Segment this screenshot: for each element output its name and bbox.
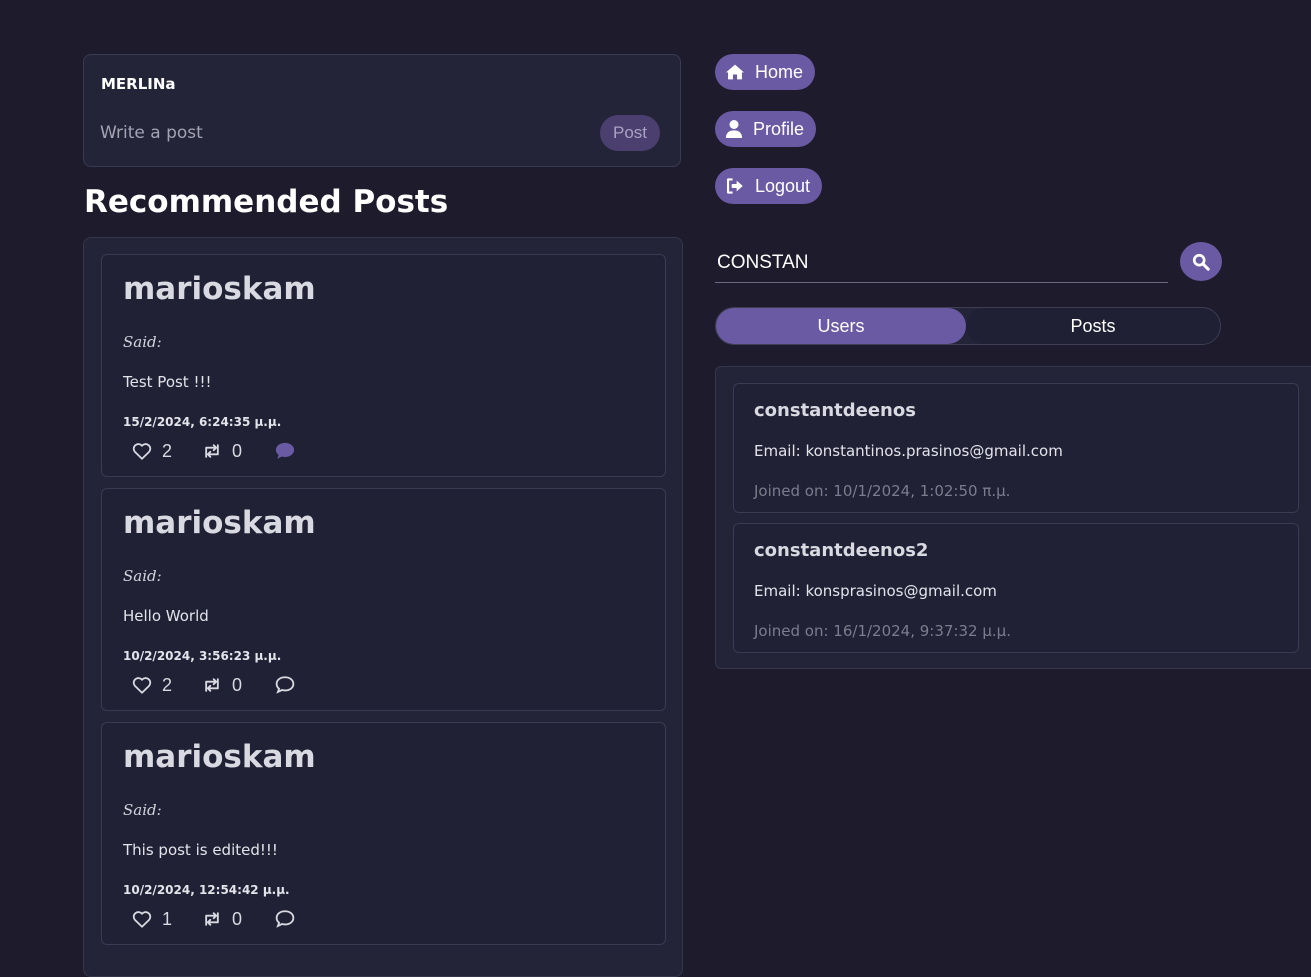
search-input[interactable] xyxy=(715,243,1168,283)
comment-filled-icon xyxy=(275,442,295,459)
logout-icon xyxy=(726,178,743,194)
post-content: Hello World xyxy=(123,607,209,625)
comment-outline-icon xyxy=(275,676,295,694)
post-actions: 2 0 xyxy=(132,672,296,698)
post-content: This post is edited!!! xyxy=(123,841,278,859)
like-count: 2 xyxy=(162,674,173,695)
search-button[interactable] xyxy=(1180,242,1222,281)
post-author[interactable]: marioskam xyxy=(123,271,316,307)
search-tabs: Users Posts xyxy=(715,307,1221,345)
post-button[interactable]: Post xyxy=(600,115,660,151)
user-icon xyxy=(725,120,743,138)
post-card: marioskam Said: Hello World 10/2/2024, 3… xyxy=(101,488,666,711)
comment-outline-icon xyxy=(275,910,295,928)
recommended-posts-feed: marioskam Said: Test Post !!! 15/2/2024,… xyxy=(83,237,683,977)
comment-button[interactable] xyxy=(274,675,296,695)
repost-button[interactable]: 0 xyxy=(202,909,274,930)
repost-icon xyxy=(205,444,219,458)
post-author[interactable]: marioskam xyxy=(123,739,316,775)
repost-count: 0 xyxy=(232,674,243,695)
heart-icon xyxy=(132,677,152,694)
result-email: Email: konstantinos.prasinos@gmail.com xyxy=(754,442,1063,460)
search-results: constantdeenos Email: konstantinos.prasi… xyxy=(715,366,1311,669)
profile-button[interactable]: Profile xyxy=(715,111,817,147)
tab-users[interactable]: Users xyxy=(716,308,966,344)
profile-label: Profile xyxy=(753,118,805,139)
post-date: 10/2/2024, 3:56:23 μ.μ. xyxy=(123,649,282,663)
repost-icon xyxy=(205,678,219,692)
repost-icon xyxy=(205,912,219,926)
like-count: 2 xyxy=(162,440,173,461)
post-card: marioskam Said: This post is edited!!! 1… xyxy=(101,722,666,945)
post-said-label: Said: xyxy=(123,801,162,819)
like-button[interactable]: 2 xyxy=(132,675,202,696)
write-post-input[interactable] xyxy=(100,123,580,143)
result-joined-date: Joined on: 10/1/2024, 1:02:50 π.μ. xyxy=(754,482,1011,500)
repost-count: 0 xyxy=(232,908,243,929)
post-date: 15/2/2024, 6:24:35 μ.μ. xyxy=(123,415,282,429)
like-count: 1 xyxy=(162,908,173,929)
result-username[interactable]: constantdeenos xyxy=(754,400,916,421)
home-icon xyxy=(726,64,744,80)
post-composer: MERLINa Post xyxy=(83,54,681,167)
home-label: Home xyxy=(755,61,804,82)
comment-button[interactable] xyxy=(274,441,296,461)
result-joined-date: Joined on: 16/1/2024, 9:37:32 μ.μ. xyxy=(754,622,1011,640)
post-actions: 2 0 xyxy=(132,438,296,464)
post-said-label: Said: xyxy=(123,567,162,585)
section-title: Recommended Posts xyxy=(84,184,449,220)
post-content: Test Post !!! xyxy=(123,373,212,391)
user-result-card[interactable]: constantdeenos2 Email: konsprasinos@gmai… xyxy=(733,523,1299,653)
like-button[interactable]: 2 xyxy=(132,441,202,462)
logout-label: Logout xyxy=(755,175,811,196)
repost-count: 0 xyxy=(232,440,243,461)
result-email: Email: konsprasinos@gmail.com xyxy=(754,582,997,600)
post-date: 10/2/2024, 12:54:42 μ.μ. xyxy=(123,883,290,897)
post-author[interactable]: marioskam xyxy=(123,505,316,541)
repost-button[interactable]: 0 xyxy=(202,441,274,462)
post-said-label: Said: xyxy=(123,333,162,351)
logout-button[interactable]: Logout xyxy=(715,168,823,204)
tab-posts[interactable]: Posts xyxy=(966,308,1220,344)
heart-icon xyxy=(132,911,152,928)
post-card: marioskam Said: Test Post !!! 15/2/2024,… xyxy=(101,254,666,477)
comment-button[interactable] xyxy=(274,909,296,929)
result-username[interactable]: constantdeenos2 xyxy=(754,540,928,561)
composer-username: MERLINa xyxy=(101,75,176,93)
search-icon xyxy=(1192,253,1210,271)
like-button[interactable]: 1 xyxy=(132,909,202,930)
user-result-card[interactable]: constantdeenos Email: konstantinos.prasi… xyxy=(733,383,1299,513)
repost-button[interactable]: 0 xyxy=(202,675,274,696)
post-actions: 1 0 xyxy=(132,906,296,932)
home-button[interactable]: Home xyxy=(715,54,816,90)
heart-icon xyxy=(132,443,152,460)
